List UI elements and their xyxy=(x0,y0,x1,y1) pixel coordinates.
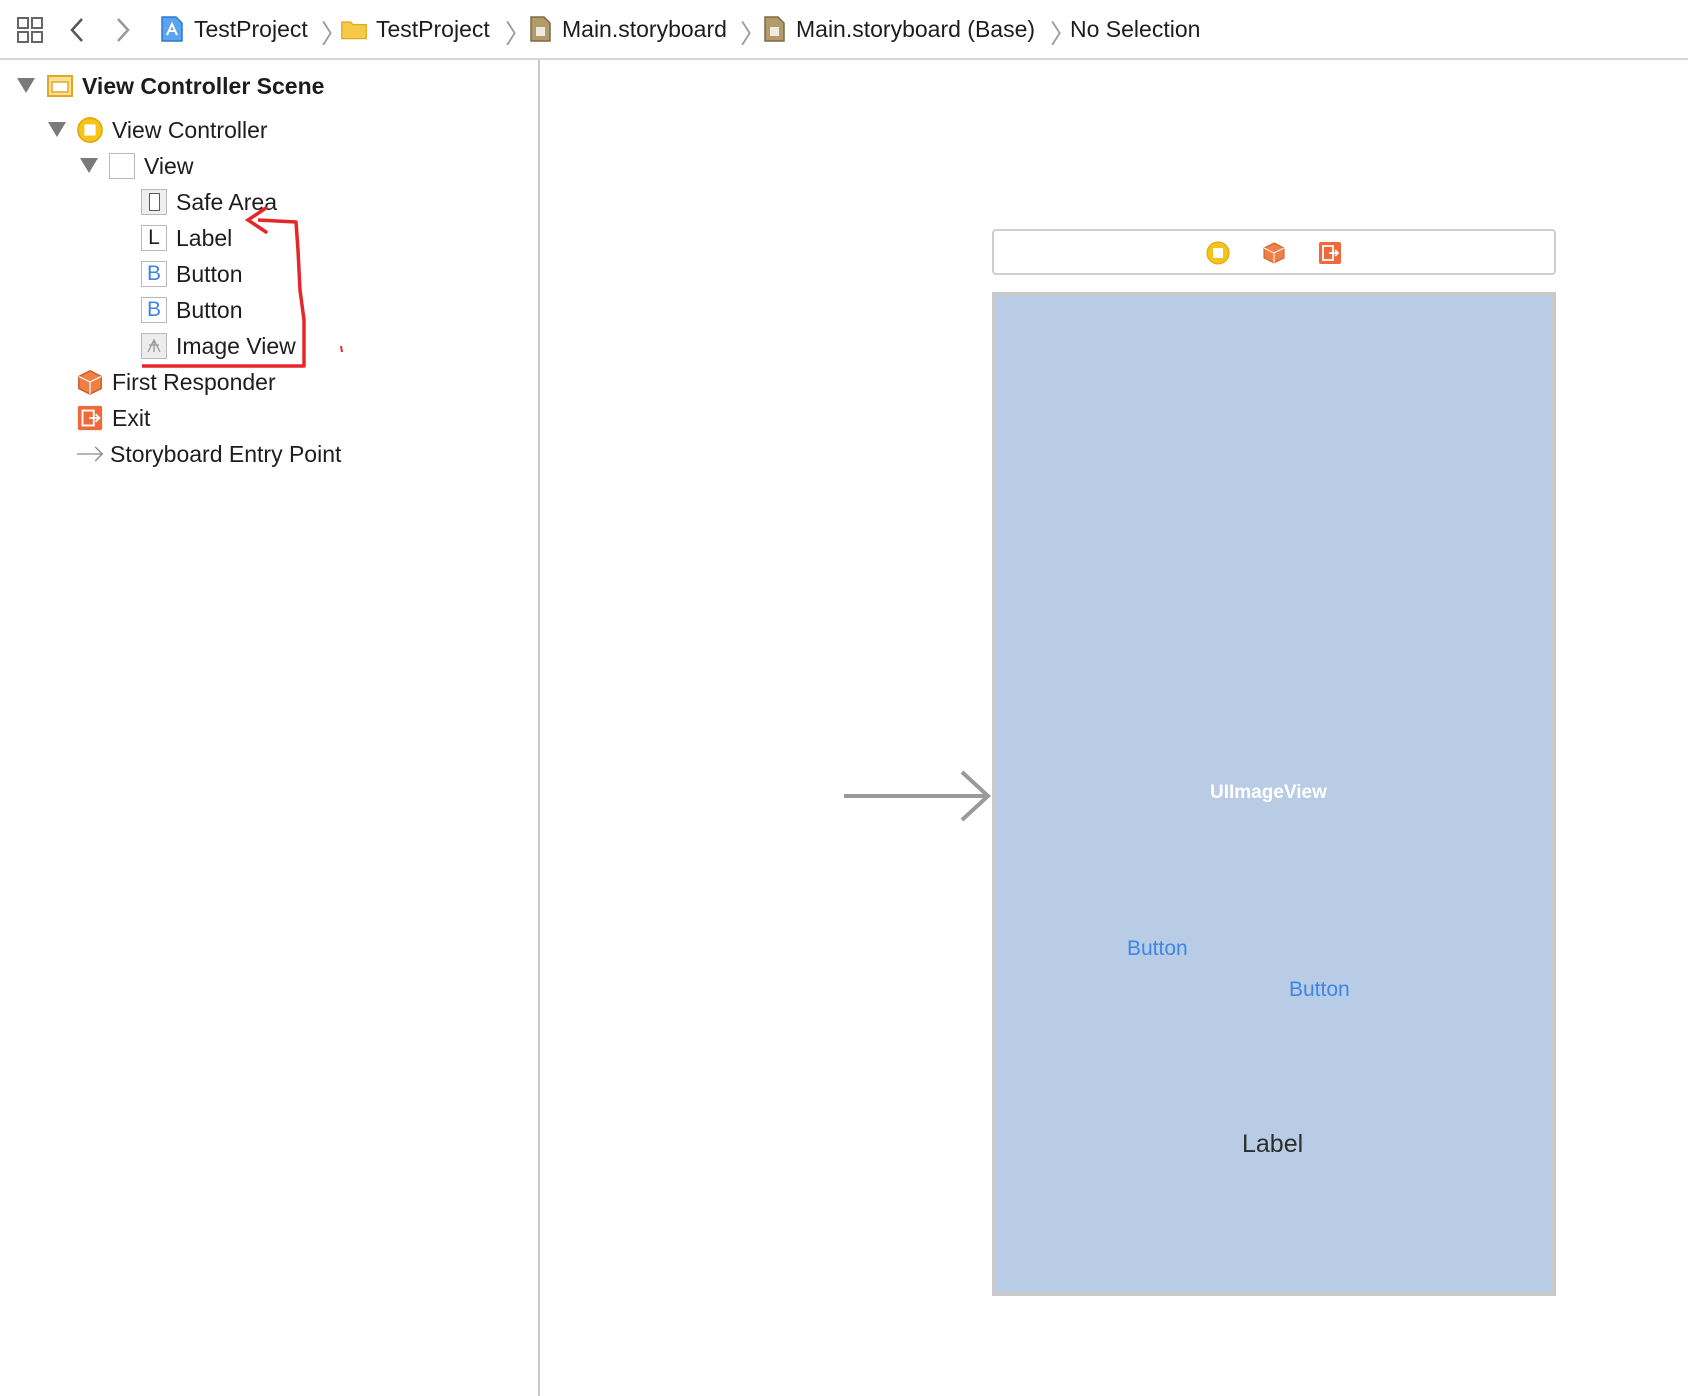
image-view-placeholder-text: UIImageView xyxy=(1210,782,1327,803)
outline-item-exit[interactable]: Exit xyxy=(76,401,150,435)
exit-icon[interactable] xyxy=(1318,241,1342,265)
outline-item-label: Storyboard Entry Point xyxy=(110,440,342,467)
annotation-arrow-icon xyxy=(142,206,343,368)
canvas-label[interactable]: Label xyxy=(1242,1130,1303,1159)
breadcrumb-selection[interactable]: No Selection xyxy=(1070,14,1200,44)
entry-point-arrow-icon[interactable] xyxy=(842,768,992,824)
canvas-button-1[interactable]: Button xyxy=(1127,937,1188,961)
storyboard-icon xyxy=(764,16,785,42)
breadcrumb-storyboard-base[interactable]: Main.storyboard (Base) xyxy=(760,14,1035,44)
outline-item-entry-point[interactable]: Storyboard Entry Point xyxy=(76,437,341,471)
breadcrumb-label: Main.storyboard (Base) xyxy=(796,15,1036,42)
entry-point-arrow-icon xyxy=(76,446,104,462)
breadcrumb-storyboard[interactable]: Main.storyboard xyxy=(526,14,727,44)
first-responder-icon[interactable] xyxy=(1262,241,1286,265)
breadcrumb-label: Main.storyboard xyxy=(562,15,727,42)
view-controller-icon[interactable] xyxy=(1206,241,1230,265)
scene-dock xyxy=(992,229,1556,275)
outline-item-label: Exit xyxy=(112,404,151,431)
breadcrumb-label: No Selection xyxy=(1070,15,1201,42)
exit-icon xyxy=(77,405,103,431)
canvas-button-2[interactable]: Button xyxy=(1289,978,1350,1002)
